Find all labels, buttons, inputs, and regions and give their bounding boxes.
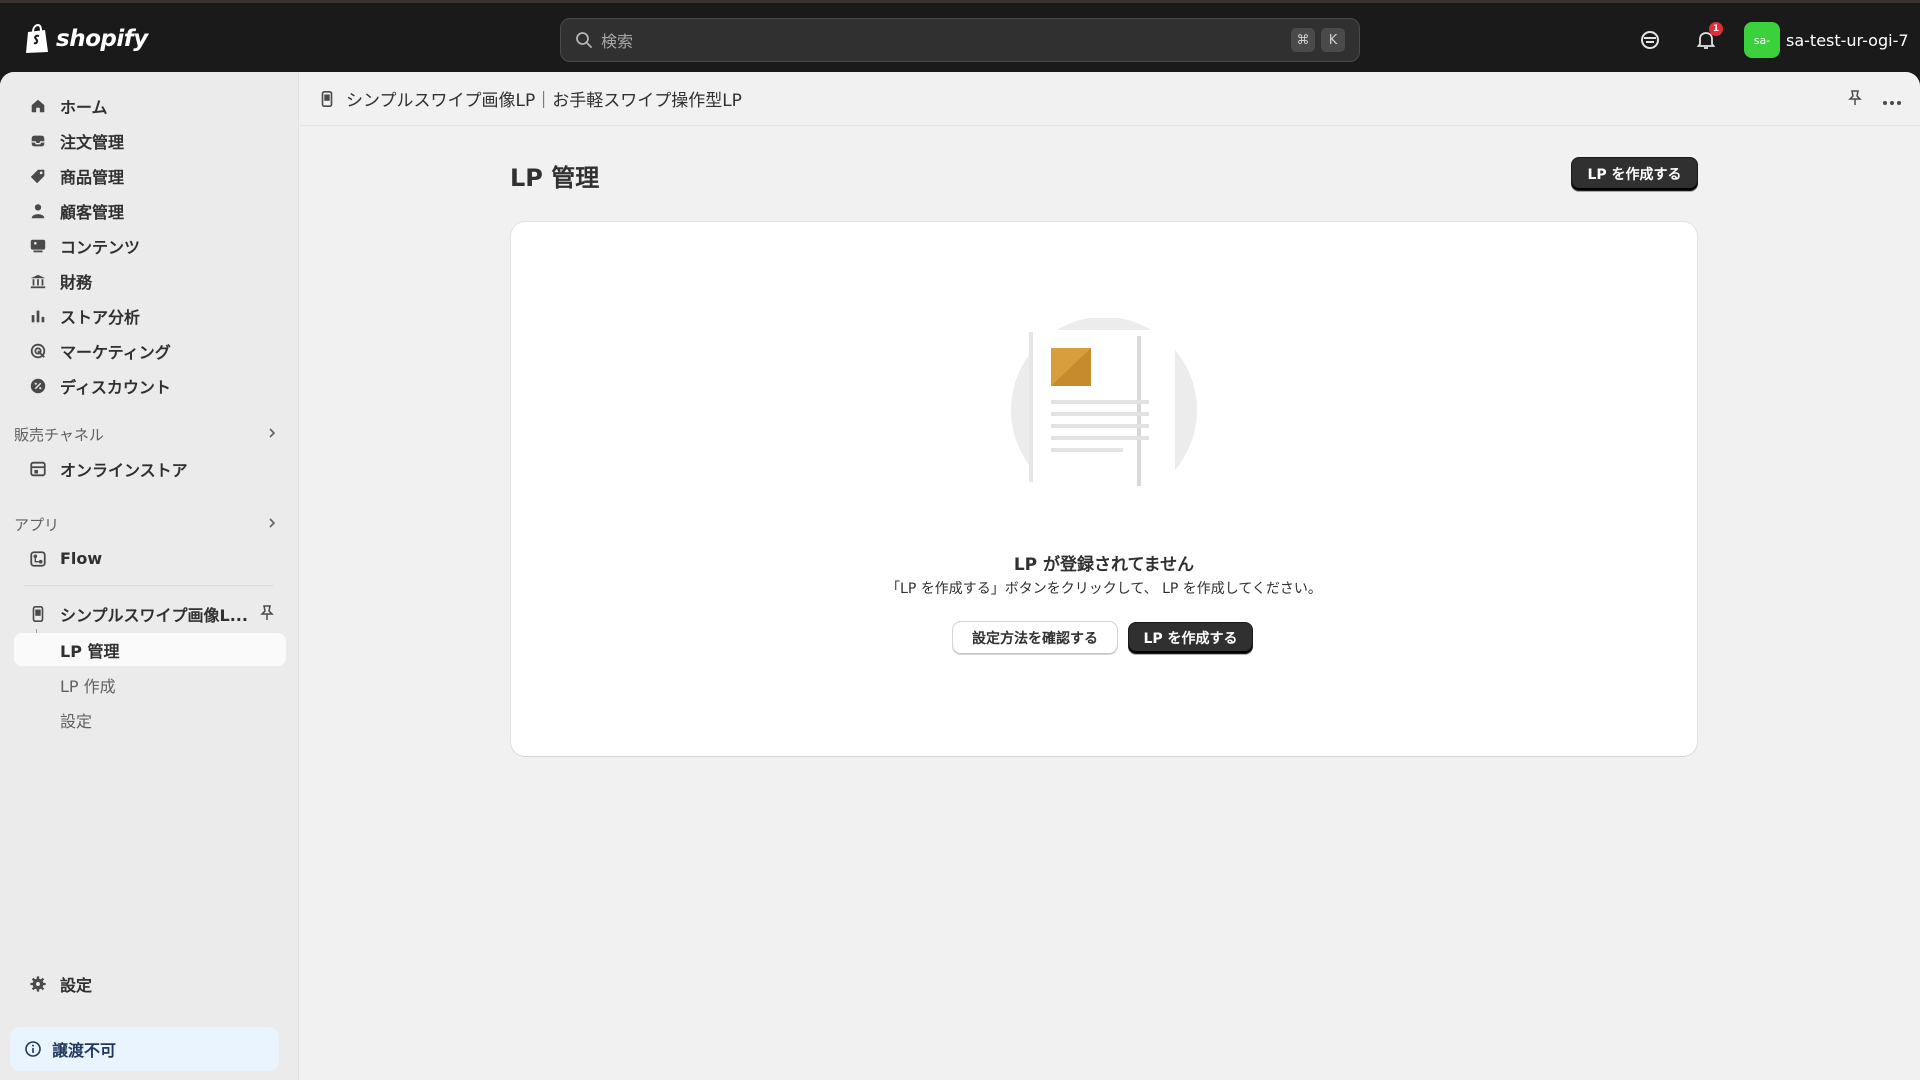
search-placeholder: 検索 (601, 32, 634, 51)
shortcut-k-key: K (1321, 28, 1345, 52)
search-bar[interactable]: 検索 ⌘ K (560, 18, 1360, 62)
notification-badge: 1 (1709, 22, 1723, 36)
store-status-button[interactable] (1637, 27, 1663, 53)
sidebar-item-lp-create[interactable]: LP 作成 (14, 668, 286, 701)
sidebar-item-analytics[interactable]: ストア分析 (14, 299, 286, 332)
sidebar-item-label: LP 作成 (60, 676, 116, 696)
sidebar-item-marketing[interactable]: マーケティング (14, 334, 286, 367)
storefront-icon (1641, 31, 1659, 49)
chevron-right-icon (266, 425, 278, 443)
chevron-right-icon (266, 515, 278, 533)
sidebar-item-settings[interactable]: 設定 (14, 967, 286, 1000)
pin-icon[interactable] (258, 604, 276, 626)
section-label: 販売チャネル (14, 425, 104, 444)
store-icon (28, 459, 48, 479)
non-transferable-notice[interactable]: 譲渡不可 (10, 1027, 279, 1071)
sidebar-divider (24, 585, 274, 586)
sidebar-item-label: ホーム (60, 97, 108, 117)
sidebar-item-label: 商品管理 (60, 167, 125, 187)
search-icon (576, 32, 592, 48)
person-icon (28, 201, 48, 221)
sidebar-item-products[interactable]: 商品管理 (14, 159, 286, 192)
admin-shell: ホーム 注文管理 商品管理 顧客管理 コンテンツ 財務 ストア分析 マーケティン… (0, 72, 1920, 1080)
sidebar-item-orders[interactable]: 注文管理 (14, 124, 286, 157)
image-icon (28, 236, 48, 256)
app-title: シンプルスワイプ画像LP｜お手軽スワイプ操作型LP (346, 91, 742, 111)
section-label: アプリ (14, 515, 60, 534)
sidebar-item-label: 顧客管理 (60, 202, 125, 222)
sidebar-item-label: オンラインストア (60, 460, 188, 480)
page-title: LP 管理 (510, 164, 600, 192)
empty-state-card: LP が登録されてません 「LP を作成する」ボタンをクリックして、 LP を作… (511, 222, 1697, 756)
empty-state-title: LP が登録されてません (1013, 555, 1195, 575)
logo-text: shopify (56, 26, 148, 52)
sidebar-item-online-store[interactable]: オンラインストア (14, 452, 286, 485)
sidebar-item-lp-management[interactable]: LP 管理 (14, 633, 286, 666)
phone-icon (28, 604, 48, 624)
discount-icon (28, 376, 48, 396)
header-actions (1846, 89, 1902, 112)
account-name: sa-test-ur-ogi-7 (1786, 30, 1909, 50)
sidebar-item-discounts[interactable]: ディスカウント (14, 369, 286, 402)
notice-label: 譲渡不可 (52, 1041, 117, 1060)
phone-icon (321, 90, 333, 107)
sidebar-item-content[interactable]: コンテンツ (14, 229, 286, 262)
sidebar-item-label: Flow (60, 549, 103, 568)
document-illustration-icon (1009, 318, 1199, 488)
sidebar-item-label: 注文管理 (60, 132, 125, 152)
sidebar-item-customers[interactable]: 顧客管理 (14, 194, 286, 227)
sidebar-item-label: 設定 (60, 711, 93, 731)
sidebar-item-label: シンプルスワイプ画像L... (60, 605, 248, 625)
sidebar-item-label: コンテンツ (60, 237, 141, 257)
bar-chart-icon (28, 306, 48, 326)
app-header: シンプルスワイプ画像LP｜お手軽スワイプ操作型LP (300, 72, 1920, 126)
top-bar: shopify 検索 ⌘ K 1 sa- sa-test-ur-ogi-7 (0, 0, 1920, 72)
inbox-icon (28, 131, 48, 151)
shopify-logo[interactable]: shopify (24, 21, 148, 57)
shortcut-cmd-key: ⌘ (1291, 28, 1315, 52)
sidebar-item-home[interactable]: ホーム (14, 89, 286, 122)
sidebar-item-finance[interactable]: 財務 (14, 264, 286, 297)
sidebar-item-app[interactable]: シンプルスワイプ画像L... (14, 597, 286, 630)
sales-channels-section[interactable]: 販売チャネル (14, 422, 286, 446)
account-menu[interactable]: sa- sa-test-ur-ogi-7 (1744, 22, 1909, 58)
avatar: sa- (1744, 22, 1780, 58)
sidebar-item-label: 財務 (60, 272, 93, 292)
sidebar-item-label: マーケティング (60, 342, 171, 362)
empty-state-description: 「LP を作成する」ボタンをクリックして、 LP を作成してください。 (886, 581, 1322, 597)
home-icon (28, 96, 48, 116)
shopify-bag-icon (26, 24, 48, 53)
sidebar: ホーム 注文管理 商品管理 顧客管理 コンテンツ 財務 ストア分析 マーケティン… (0, 72, 299, 1080)
sidebar-item-flow[interactable]: Flow (14, 542, 286, 575)
pin-icon[interactable] (1846, 89, 1864, 112)
info-icon (25, 1041, 41, 1057)
create-lp-button[interactable]: LP を作成する (1571, 157, 1698, 191)
sidebar-item-label: 設定 (60, 975, 93, 995)
sidebar-item-label: ディスカウント (60, 377, 171, 397)
bank-icon (28, 271, 48, 291)
flow-icon (28, 549, 48, 569)
notifications-button[interactable]: 1 (1693, 22, 1723, 53)
target-icon (28, 341, 48, 361)
sidebar-item-label: LP 管理 (60, 641, 120, 661)
gear-icon (28, 974, 48, 994)
create-lp-empty-button[interactable]: LP を作成する (1128, 622, 1253, 654)
more-options-icon[interactable] (1882, 91, 1902, 111)
tag-icon (28, 166, 48, 186)
view-setup-guide-button[interactable]: 設定方法を確認する (953, 622, 1117, 654)
sidebar-item-label: ストア分析 (60, 307, 141, 327)
sidebar-item-app-settings[interactable]: 設定 (14, 703, 286, 736)
apps-section[interactable]: アプリ (14, 512, 286, 536)
